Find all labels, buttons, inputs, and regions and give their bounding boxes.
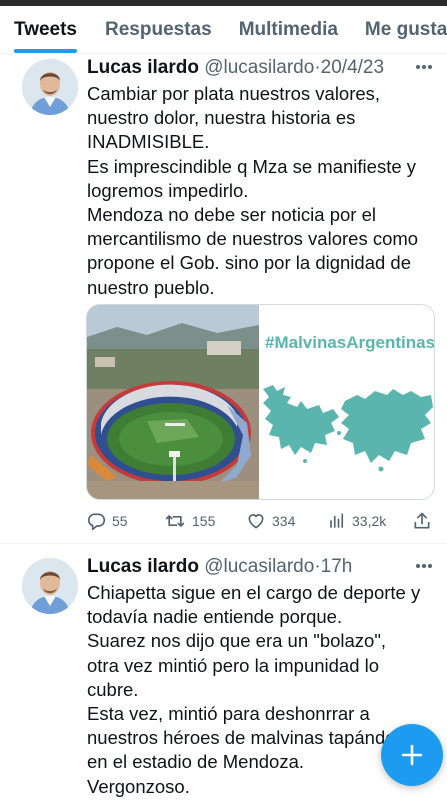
reply-button[interactable]: 55 [86, 511, 128, 531]
plus-icon [401, 744, 423, 766]
tweet-text-line: Mendoza no debe ser noticia por el [87, 204, 376, 226]
reply-icon [87, 513, 106, 531]
author-handle[interactable]: @lucasilardo [204, 57, 314, 78]
tweet-text-line: nuestro dolor, nuestra historia es [87, 107, 356, 129]
share-button[interactable] [412, 511, 438, 531]
tab-multimedia-label: Multimedia [238, 18, 338, 40]
views-button[interactable]: 33,2k [328, 511, 386, 531]
tweet-text-line: Chiapetta sigue en el cargo de deporte y [87, 582, 421, 603]
share-icon [414, 512, 430, 529]
tweet-time[interactable]: 17h [321, 556, 353, 577]
compose-tweet-button[interactable] [381, 724, 443, 786]
tweet[interactable]: Lucas ilardo @lucasilardo·20/4/23 Cambia… [0, 54, 447, 544]
tweet-text-line: cubre. [87, 678, 139, 700]
views-chart-icon [330, 513, 344, 528]
tab-multimedia[interactable]: Multimedia [239, 6, 338, 53]
author-handle[interactable]: @lucasilardo [204, 556, 314, 577]
tweet-text-line: otra vez mintió pero la impunidad lo [87, 654, 380, 676]
tweet-text: Cambiar por plata nuestros valores, nues… [87, 82, 435, 300]
retweet-icon [165, 515, 185, 527]
heart-icon [248, 514, 264, 529]
retweet-button[interactable]: 155 [164, 511, 215, 531]
author-name[interactable]: Lucas ilardo [87, 57, 199, 78]
tweet-header: Lucas ilardo @lucasilardo·17h [87, 556, 437, 578]
tweet-text-line: mercantilismo de nuestros valores como [87, 228, 419, 250]
malvinas-map-icon [263, 385, 433, 472]
tweet-text-line: nuestro pueblo. [87, 276, 215, 298]
tab-respuestas-label: Respuestas [105, 18, 212, 40]
tweet-text-line: Es imprescindible q Mza se manifieste y [87, 155, 417, 177]
like-count: 334 [272, 513, 296, 529]
profile-tabs: Tweets Respuestas Multimedia Me gusta [0, 6, 447, 54]
tweet-text-line: Cambiar por plata nuestros valores, [87, 83, 381, 104]
active-tab-indicator [14, 49, 78, 53]
malvinas-map-image[interactable]: #MalvinasArgentinas [259, 305, 434, 499]
avatar[interactable] [22, 558, 78, 614]
tab-me-gusta-label: Me gusta [364, 18, 447, 40]
tab-respuestas[interactable]: Respuestas [105, 6, 212, 53]
more-options-icon[interactable] [415, 54, 433, 75]
tweet-text-line: Vergonzoso. [87, 775, 190, 797]
tweet-header: Lucas ilardo @lucasilardo·20/4/23 [87, 57, 437, 79]
tweet-actions: 55 155 334 33,2k [86, 511, 431, 533]
tweet-text-line: logremos impedirlo. [87, 179, 249, 201]
tab-tweets-label: Tweets [14, 18, 78, 40]
tweet-text-line: Suarez nos dijo que era un "bolazo", [87, 630, 387, 652]
tweet-text-line: propone el Gob. sino por la dignidad de [87, 252, 411, 274]
tweet-text-line: Esta vez, mintió para deshonrrar a [87, 703, 370, 725]
retweet-count: 155 [192, 513, 216, 529]
tab-tweets[interactable]: Tweets [14, 6, 78, 53]
tweet-text-line: INADMISIBLE. [87, 131, 210, 153]
views-count: 33,2k [352, 513, 387, 529]
tweet-media[interactable]: #MalvinasArgentinas [86, 304, 435, 500]
reply-count: 55 [112, 513, 128, 529]
more-options-icon[interactable] [415, 553, 433, 574]
author-name[interactable]: Lucas ilardo [87, 556, 199, 577]
tweet-text-line: todavía nadie entiende porque. [87, 606, 343, 628]
like-button[interactable]: 334 [246, 511, 295, 531]
tweet-time[interactable]: 20/4/23 [321, 57, 384, 78]
tab-me-gusta[interactable]: Me gusta [365, 6, 447, 53]
stadium-photo[interactable] [87, 305, 259, 499]
tweet[interactable]: Lucas ilardo @lucasilardo·17h Chiapetta … [0, 545, 447, 800]
avatar[interactable] [22, 59, 78, 115]
